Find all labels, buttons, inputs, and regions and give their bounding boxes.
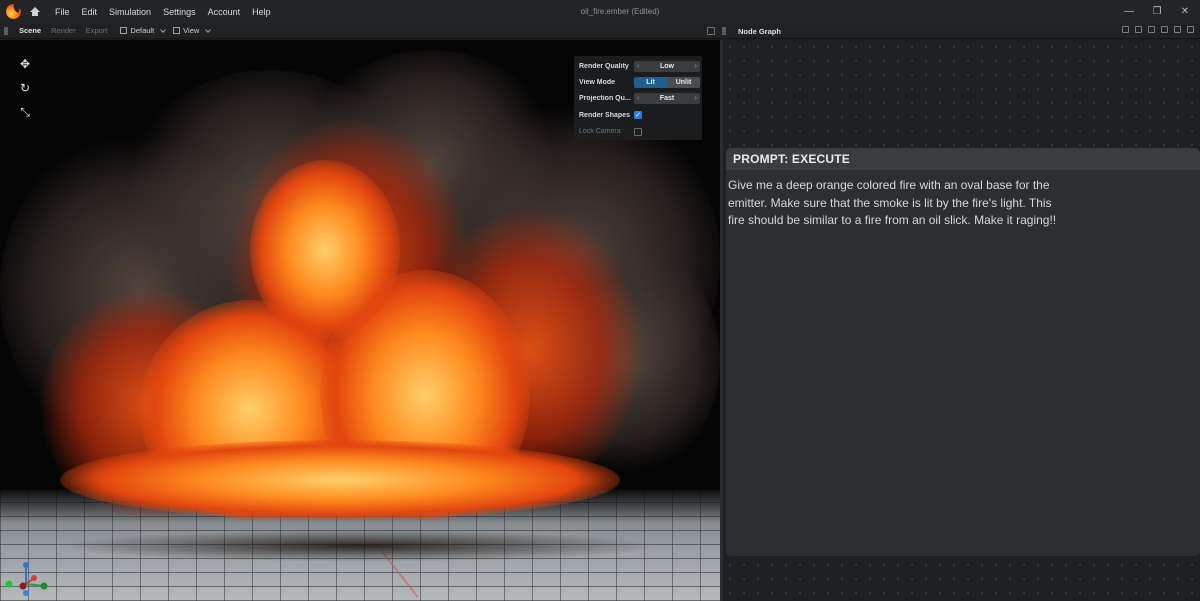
document-name: oil_fire.ember: [580, 7, 630, 16]
minimize-button[interactable]: —: [1116, 0, 1142, 23]
scene-viewport[interactable]: ✥ ↻ ⤡ Render Quality ‹ Low › View Mode L…: [0, 40, 720, 601]
preset-label: Default: [130, 26, 155, 35]
app-logo[interactable]: [6, 4, 21, 19]
lock-camera-label: Lock Camera: [579, 128, 621, 136]
fire-flame: [250, 160, 400, 340]
render-quality-value: Low: [660, 62, 674, 70]
preset-dropdown[interactable]: Default: [120, 26, 167, 35]
axis-gizmo-icon[interactable]: [4, 550, 50, 596]
menu-simulation[interactable]: Simulation: [103, 7, 157, 17]
menu-file[interactable]: File: [49, 7, 76, 17]
render-quality-label: Render Quality: [579, 62, 629, 70]
render-settings-panel: Render Quality ‹ Low › View Mode Lit Unl…: [574, 56, 702, 140]
home-icon[interactable]: [30, 6, 40, 17]
tab-scene[interactable]: Scene: [14, 26, 46, 35]
render-shapes-row: Render Shapes ✓: [574, 107, 702, 123]
fullscreen-icon[interactable]: [707, 26, 715, 35]
panel-grip-icon[interactable]: [722, 26, 726, 35]
panel-grip-icon[interactable]: [4, 26, 8, 35]
chevron-left-icon[interactable]: ‹: [637, 63, 639, 70]
chevron-right-icon[interactable]: ›: [695, 63, 697, 70]
menu-edit[interactable]: Edit: [76, 7, 104, 17]
layers-icon[interactable]: [1148, 26, 1155, 33]
node-graph-title: Node Graph: [738, 27, 781, 36]
projection-quality-label: Projection Qu...: [579, 95, 631, 103]
tab-export[interactable]: Export: [81, 26, 113, 35]
close-button[interactable]: ✕: [1172, 0, 1198, 23]
menu-help[interactable]: Help: [246, 7, 277, 17]
lock-camera-checkbox[interactable]: [634, 127, 642, 136]
list-icon[interactable]: [1135, 26, 1142, 33]
render-quality-stepper[interactable]: ‹ Low ›: [634, 60, 700, 72]
grid-icon[interactable]: [1187, 26, 1194, 33]
scale-tool-icon[interactable]: ⤡: [19, 106, 31, 118]
search-icon[interactable]: [1122, 26, 1129, 33]
expand-icon[interactable]: [1161, 26, 1168, 33]
render-quality-row: Render Quality ‹ Low ›: [574, 58, 702, 74]
menu-account[interactable]: Account: [202, 7, 247, 17]
document-status: (Edited): [631, 7, 660, 16]
fire-shadow: [60, 530, 660, 562]
menu-settings[interactable]: Settings: [157, 7, 202, 17]
chevron-right-icon[interactable]: ›: [695, 95, 697, 102]
view-mode-lit-button[interactable]: Lit: [634, 77, 667, 89]
projection-quality-stepper[interactable]: ‹ Fast ›: [634, 93, 700, 105]
preset-icon: [120, 27, 128, 34]
prompt-text[interactable]: Give me a deep orange colored fire with …: [726, 170, 1066, 230]
chevron-down-icon: [160, 26, 167, 33]
fire-base: [60, 440, 620, 520]
render-shapes-label: Render Shapes: [579, 111, 630, 119]
transform-tools: ✥ ↻ ⤡: [19, 58, 31, 118]
view-label: View: [183, 26, 200, 35]
lock-camera-row: Lock Camera: [574, 124, 702, 140]
view-dropdown[interactable]: View: [173, 26, 212, 35]
view-icon: [173, 27, 181, 34]
projection-quality-row: Projection Qu... ‹ Fast ›: [574, 91, 702, 107]
node-graph-tools: [1122, 26, 1194, 33]
chevron-left-icon[interactable]: ‹: [637, 95, 639, 102]
view-mode-row: View Mode Lit Unlit: [574, 74, 702, 90]
maximize-button[interactable]: ❐: [1144, 0, 1170, 23]
title-bar: File Edit Simulation Settings Account He…: [0, 0, 1200, 23]
viewport-toolbar: Scene Render Export Default View: [0, 23, 1200, 39]
menu-bar: File Edit Simulation Settings Account He…: [49, 7, 277, 17]
render-shapes-checkbox[interactable]: ✓: [634, 111, 642, 120]
prompt-node[interactable]: PROMPT: EXECUTE Give me a deep orange co…: [726, 148, 1200, 556]
projection-quality-value: Fast: [659, 95, 675, 103]
move-tool-icon[interactable]: ✥: [19, 58, 31, 70]
view-mode-unlit-button[interactable]: Unlit: [667, 77, 700, 89]
collapse-icon[interactable]: [1174, 26, 1181, 33]
prompt-header: PROMPT: EXECUTE: [726, 148, 1200, 170]
rotate-tool-icon[interactable]: ↻: [19, 82, 31, 94]
chevron-down-icon: [205, 26, 212, 33]
view-mode-toggle: Lit Unlit: [634, 77, 700, 89]
view-mode-label: View Mode: [579, 79, 616, 87]
tab-render[interactable]: Render: [46, 26, 81, 35]
